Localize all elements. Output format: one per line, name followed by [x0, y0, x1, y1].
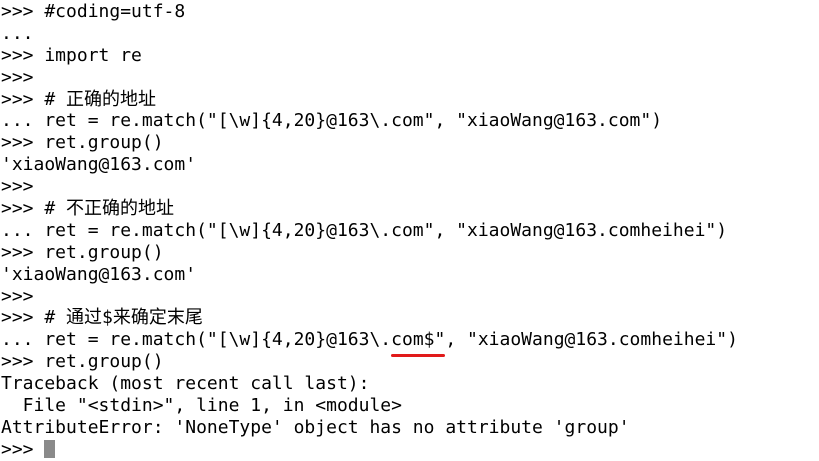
highlighted-code-segment: com$"	[391, 329, 446, 358]
terminal-input-line[interactable]: >>>	[0, 439, 819, 461]
code-segment: ... ret = re.match("[\w]{4,20}@163\.	[1, 329, 392, 351]
terminal-line: >>>	[1, 285, 34, 307]
terminal-line: 'xiaoWang@163.com'	[1, 263, 197, 285]
highlighted-code-text: com$"	[391, 329, 446, 351]
terminal-line: 'xiaoWang@163.com'	[1, 154, 197, 176]
code-segment: , "xiaoWang@163.comheihei")	[445, 329, 738, 351]
terminal-line: >>> #coding=utf-8	[1, 1, 186, 22]
terminal-line: >>> import re	[1, 44, 142, 66]
terminal-window[interactable]: >>> #coding=utf-8 ... >>> import re >>> …	[0, 0, 819, 460]
terminal-line: >>> ret.group()	[1, 351, 164, 373]
terminal-line: >>> # 不正确的地址	[1, 198, 175, 220]
terminal-line: ...	[1, 22, 34, 44]
terminal-line: AttributeError: 'NoneType' object has no…	[1, 416, 630, 438]
text-cursor	[44, 439, 56, 458]
terminal-line: >>> ret.group()	[1, 132, 164, 154]
terminal-line: ... ret = re.match("[\w]{4,20}@163\.com"…	[1, 110, 663, 132]
terminal-line: Traceback (most recent call last):	[1, 373, 370, 395]
terminal-line-highlighted: ... ret = re.match("[\w]{4,20}@163\.com$…	[0, 329, 819, 358]
terminal-line: >>> ret.group()	[1, 241, 164, 263]
terminal-line: >>> # 通过$来确定末尾	[1, 307, 203, 329]
terminal-line: ... ret = re.match("[\w]{4,20}@163\.com"…	[1, 219, 728, 241]
terminal-line: File "<stdin>", line 1, in <module>	[1, 395, 402, 417]
terminal-line: >>>	[1, 66, 34, 88]
prompt-text: >>>	[1, 438, 45, 460]
terminal-line: >>>	[1, 176, 34, 198]
terminal-line: >>> # 正确的地址	[1, 88, 157, 110]
